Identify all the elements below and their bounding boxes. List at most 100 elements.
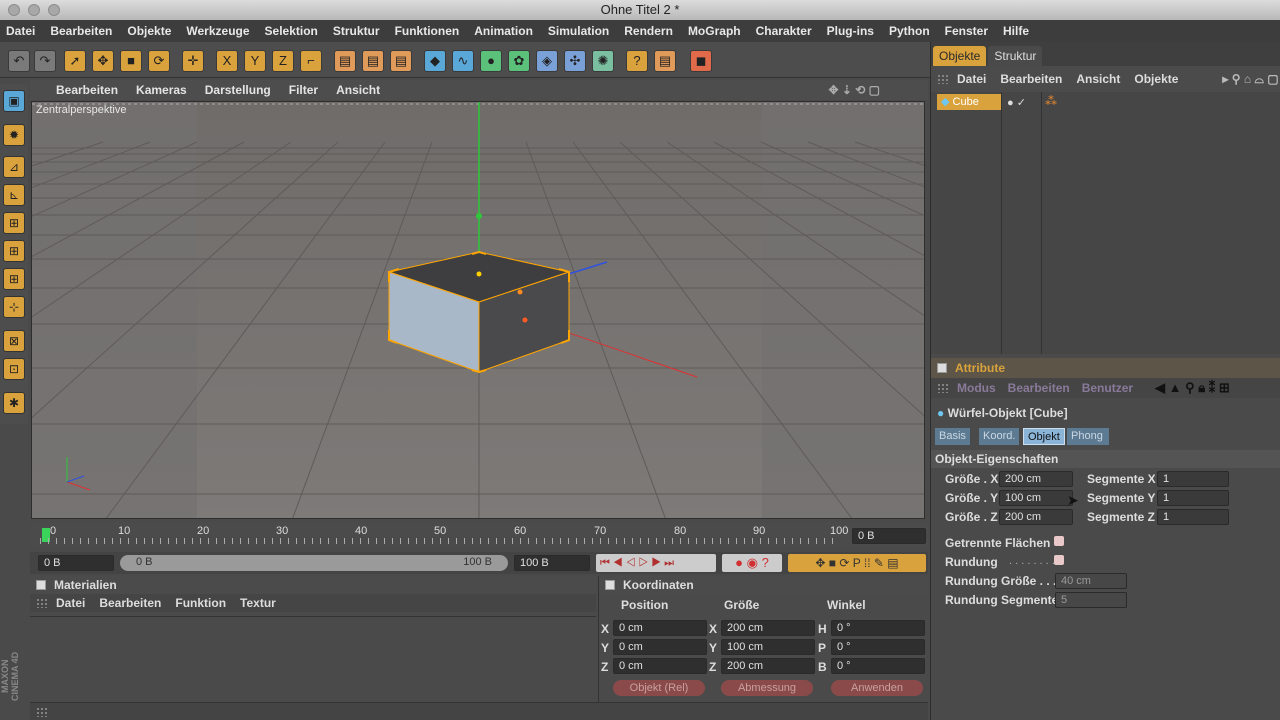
menu-werkzeuge[interactable]: Werkzeuge — [186, 24, 249, 38]
edges-mode-icon[interactable]: ⊾ — [3, 184, 25, 206]
coord-mode-dropdown[interactable]: Objekt (Rel) — [613, 680, 705, 696]
layout-icon[interactable]: ◼ — [690, 50, 712, 72]
menu-plugins[interactable]: Plug-ins — [827, 24, 874, 38]
viewport-menu-ansicht[interactable]: Ansicht — [336, 83, 380, 97]
tab-struktur[interactable]: Struktur — [988, 46, 1043, 66]
size-z-input[interactable]: 200 cm — [999, 509, 1073, 525]
y-axis-icon[interactable]: Y — [244, 50, 266, 72]
light-icon[interactable]: ✺ — [592, 50, 614, 72]
viewport-menu-bearbeiten[interactable]: Bearbeiten — [56, 83, 118, 97]
x-axis-icon[interactable]: X — [216, 50, 238, 72]
attr-tab-phong[interactable]: Phong — [1067, 428, 1109, 445]
object-visibility-icon[interactable]: ● ✓ — [1007, 96, 1026, 109]
fillet-segments-input[interactable]: 5 — [1055, 592, 1127, 608]
key-filter-controls[interactable]: ✥ ■ ⟳ P ⁞⁞ ✎ ▤ — [788, 554, 926, 572]
attr-tab-objekt[interactable]: Objekt — [1023, 428, 1065, 445]
minimize-window-icon[interactable] — [28, 4, 40, 16]
object-item-cube[interactable]: ◆ Cube — [937, 94, 1001, 110]
position-y-field[interactable]: 0 cm — [613, 639, 707, 655]
attr-tab-basis[interactable]: Basis — [935, 428, 970, 445]
menu-selektion[interactable]: Selektion — [265, 24, 318, 38]
scale-icon[interactable]: ■ — [120, 50, 142, 72]
menu-funktionen[interactable]: Funktionen — [395, 24, 460, 38]
panel-toggle-icon[interactable] — [937, 363, 947, 373]
generator-icon[interactable]: ● — [480, 50, 502, 72]
attributes-menu-modus[interactable]: Modus — [957, 381, 996, 395]
menu-fenster[interactable]: Fenster — [945, 24, 988, 38]
size-z-field[interactable]: 200 cm — [721, 658, 815, 674]
texture-mode-icon[interactable]: ⊞ — [3, 268, 25, 290]
fillet-size-input[interactable]: 40 cm — [1055, 573, 1127, 589]
object-mode-icon[interactable]: ✹ — [3, 124, 25, 146]
menu-rendern[interactable]: Rendern — [624, 24, 673, 38]
timeline[interactable]: 0 10 20 30 40 50 60 70 80 90 100 0 B — [30, 522, 928, 548]
render-picture-icon[interactable]: ▤ — [362, 50, 384, 72]
environment-icon[interactable]: ◈ — [536, 50, 558, 72]
start-frame-field[interactable]: 0 B — [38, 555, 114, 571]
materials-menu-textur[interactable]: Textur — [240, 596, 276, 610]
coordinate-system-icon[interactable]: ⌐ — [300, 50, 322, 72]
close-window-icon[interactable] — [8, 4, 20, 16]
viewport-navigation-icons[interactable]: ✥ ⇣ ⟲ ▢ — [828, 83, 880, 97]
zoom-window-icon[interactable] — [48, 4, 60, 16]
playback-controls[interactable]: ⏮◀◁▷▶⏭ — [596, 554, 716, 572]
viewport-menu-kameras[interactable]: Kameras — [136, 83, 187, 97]
segments-y-input[interactable]: 1 — [1157, 490, 1229, 506]
object-list[interactable]: ◆ Cube ● ✓ ⁂ — [931, 92, 1280, 354]
camera-icon[interactable]: ✣ — [564, 50, 586, 72]
attributes-menu-benutzer[interactable]: Benutzer — [1082, 381, 1133, 395]
render-view-icon[interactable]: ▤ — [334, 50, 356, 72]
viewport-menu-darstellung[interactable]: Darstellung — [205, 83, 271, 97]
rotation-h-field[interactable]: 0 ° — [831, 620, 925, 636]
attributes-nav-icons[interactable]: ◀ ▲ ⚲ 🔒︎ ⁑ ⊞ — [1155, 380, 1230, 396]
model-mode-icon[interactable]: ▣ — [3, 90, 25, 112]
record-keys-controls[interactable]: ● ◉ ? — [722, 554, 782, 572]
deformer-icon[interactable]: ✿ — [508, 50, 530, 72]
objects-menu-datei[interactable]: Datei — [957, 72, 986, 86]
sculpt-icon[interactable]: ✱ — [3, 392, 25, 414]
uv-mode-icon[interactable]: ⊞ — [3, 240, 25, 262]
redo-icon[interactable]: ↷ — [34, 50, 56, 72]
move-icon[interactable]: ✥ — [92, 50, 114, 72]
objects-menu-ansicht[interactable]: Ansicht — [1076, 72, 1120, 86]
attributes-menu-bearbeiten[interactable]: Bearbeiten — [1008, 381, 1070, 395]
select-icon[interactable]: ➚ — [64, 50, 86, 72]
tab-objekte[interactable]: Objekte — [933, 46, 987, 66]
render-settings-icon[interactable]: ▤ — [390, 50, 412, 72]
workplane-icon[interactable]: ⊹ — [3, 296, 25, 318]
menu-objekte[interactable]: Objekte — [127, 24, 171, 38]
polygons-mode-icon[interactable]: ⊞ — [3, 212, 25, 234]
move-tool-icon[interactable]: ✛ — [182, 50, 204, 72]
panel-toggle-icon[interactable] — [36, 580, 46, 590]
cube-primitive-icon[interactable]: ◆ — [424, 50, 446, 72]
points-mode-icon[interactable]: ⊿ — [3, 156, 25, 178]
position-z-field[interactable]: 0 cm — [613, 658, 707, 674]
snap-icon[interactable]: ⊠ — [3, 330, 25, 352]
axis-icon[interactable]: ⊡ — [3, 358, 25, 380]
materials-menu-bearbeiten[interactable]: Bearbeiten — [99, 596, 161, 610]
menu-datei[interactable]: Datei — [6, 24, 35, 38]
size-y-input[interactable]: 100 cm — [999, 490, 1073, 506]
menu-struktur[interactable]: Struktur — [333, 24, 380, 38]
z-axis-icon[interactable]: Z — [272, 50, 294, 72]
size-mode-dropdown[interactable]: Abmessung — [721, 680, 813, 696]
objects-toolbar-icons[interactable]: ▸ ⚲ ⌂ ⌓ ▢ — [1222, 72, 1278, 87]
attr-tab-koord[interactable]: Koord. — [979, 428, 1020, 445]
separate-faces-checkbox[interactable] — [1054, 536, 1064, 546]
undo-icon[interactable]: ↶ — [8, 50, 30, 72]
python-icon[interactable]: ▤ — [654, 50, 676, 72]
panel-toggle-icon[interactable] — [605, 580, 615, 590]
materials-menu-funktion[interactable]: Funktion — [175, 596, 226, 610]
menu-mograph[interactable]: MoGraph — [688, 24, 741, 38]
frame-range-slider[interactable]: 0 B 100 B — [120, 555, 508, 571]
objects-menu-bearbeiten[interactable]: Bearbeiten — [1000, 72, 1062, 86]
3d-viewport[interactable]: Zentralperspektive — [31, 101, 925, 519]
rotate-icon[interactable]: ⟳ — [148, 50, 170, 72]
materials-menu-datei[interactable]: Datei — [56, 596, 85, 610]
rotation-p-field[interactable]: 0 ° — [831, 639, 925, 655]
segments-z-input[interactable]: 1 — [1157, 509, 1229, 525]
menu-animation[interactable]: Animation — [474, 24, 533, 38]
menu-charakter[interactable]: Charakter — [756, 24, 812, 38]
viewport-menu-filter[interactable]: Filter — [289, 83, 318, 97]
size-y-field[interactable]: 100 cm — [721, 639, 815, 655]
